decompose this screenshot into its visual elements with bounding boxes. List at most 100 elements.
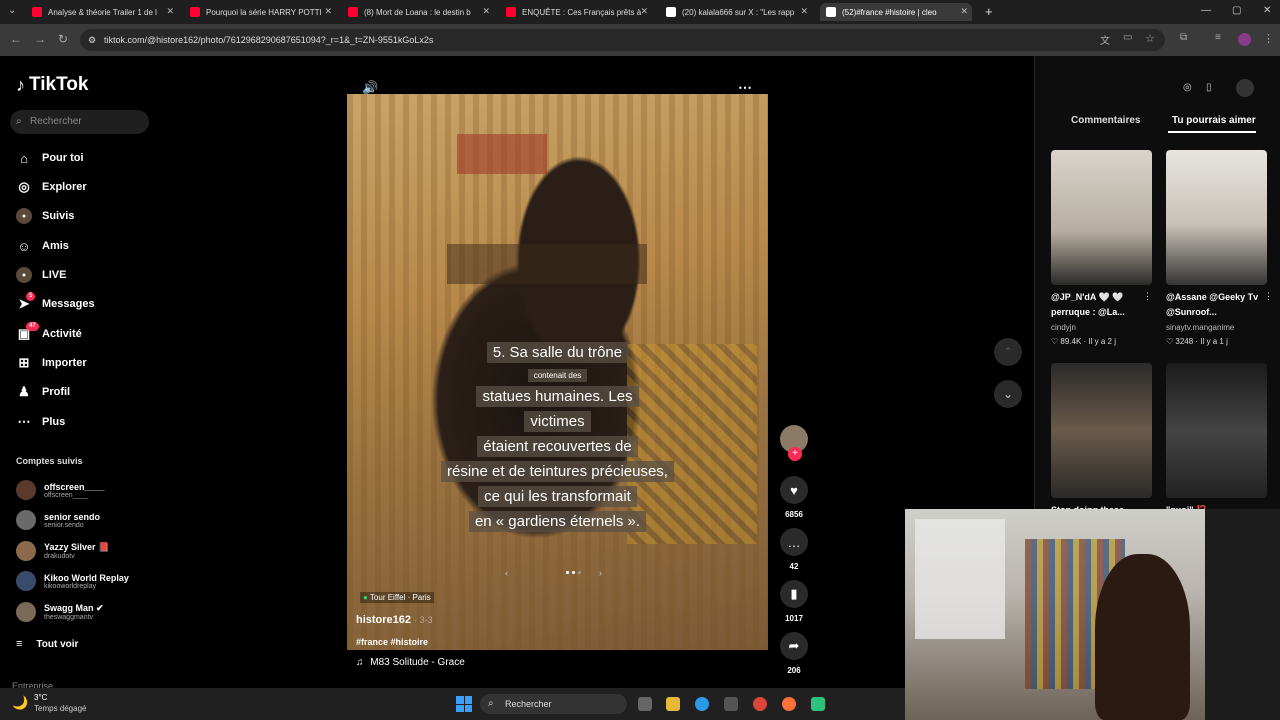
nav-item[interactable]: ➤ 5 Messages xyxy=(16,292,95,312)
nav-item[interactable]: ● Suivis xyxy=(16,208,74,224)
profile-avatar[interactable] xyxy=(1238,33,1251,46)
save-button[interactable]: ▮ 1017 xyxy=(780,580,808,623)
active-tab-indicator xyxy=(1168,131,1256,133)
edge-icon[interactable] xyxy=(695,697,709,711)
tab-label: Pourquoi la série HARRY POTTI xyxy=(206,7,322,17)
caption-line: en « gardiens éternels ». xyxy=(468,511,647,532)
nav-item[interactable]: ◎ Explorer xyxy=(16,179,87,195)
nav-item[interactable]: ☺ Amis xyxy=(16,238,69,254)
translate-icon[interactable]: 文 xyxy=(1100,32,1110,47)
video-title[interactable]: @JP_N'dA 🤍 🤍 perruque : @La... xyxy=(1051,290,1155,320)
app-icon[interactable] xyxy=(811,697,825,711)
browser-tab[interactable]: ENQUÊTE : Ces Français prêts à ✕ xyxy=(500,3,652,21)
comment-icon: … xyxy=(780,528,808,556)
see-all-link[interactable]: ≡ Tout voir xyxy=(16,638,78,650)
close-tab-icon[interactable]: ✕ xyxy=(960,6,968,17)
next-video-button[interactable]: ⌄ xyxy=(994,380,1022,408)
followed-account[interactable]: senior sendo senior.sendo xyxy=(16,510,100,530)
comment-button[interactable]: … 42 xyxy=(780,528,808,571)
video-title[interactable]: @Assane @Geeky Tv @Sunroof... xyxy=(1166,290,1270,320)
store-icon[interactable] xyxy=(724,697,738,711)
user-avatar[interactable] xyxy=(1236,79,1254,97)
nav-item[interactable]: ▣ 47 Activité xyxy=(16,322,82,342)
avatar xyxy=(16,602,36,622)
tab-favicon-icon xyxy=(190,7,200,17)
next-slide-icon[interactable]: › xyxy=(599,568,602,578)
tab-search-icon[interactable]: ⌄ xyxy=(8,5,16,16)
taskbar-search[interactable]: ⌕ Rechercher xyxy=(480,694,627,714)
nav-item[interactable]: ⊞ Importer xyxy=(16,355,87,371)
share-button[interactable]: ➦ 206 xyxy=(780,632,808,675)
close-window-icon[interactable]: ✕ xyxy=(1263,5,1271,16)
more-icon: ⋯ xyxy=(17,414,31,429)
url-text: tiktok.com/@histore162/photo/76129682906… xyxy=(104,35,434,45)
back-icon[interactable]: ← xyxy=(10,32,22,46)
tiktok-logo[interactable]: ♪ TikTok xyxy=(16,74,88,96)
tab-groups-icon[interactable]: ≡ xyxy=(1215,32,1221,43)
video-menu-icon[interactable]: ⋮ xyxy=(1143,291,1152,302)
nav-item[interactable]: ♟ Profil xyxy=(16,384,70,400)
file-explorer-icon[interactable] xyxy=(666,697,680,711)
prev-slide-icon[interactable]: ‹ xyxy=(505,568,508,578)
music-link[interactable]: ♫ M83 Solitude - Grace xyxy=(356,657,465,668)
device-icon[interactable]: ▯ xyxy=(1206,82,1212,93)
browser-tab[interactable]: (8) Mort de Loana : le destin b ✕ xyxy=(342,3,494,21)
hashtags[interactable]: #france #histoire xyxy=(356,637,428,647)
firefox-icon[interactable] xyxy=(782,697,796,711)
nav-label: Importer xyxy=(42,357,87,369)
browser-tab[interactable]: Analyse & théorie Trailer 1 de l ✕ xyxy=(26,3,178,21)
weather-text: Temps dégagé xyxy=(34,704,87,713)
tab-recommended[interactable]: Tu pourrais aimer xyxy=(1172,115,1256,126)
bookmark-star-icon[interactable]: ☆ xyxy=(1145,32,1155,45)
video-thumbnail[interactable] xyxy=(1051,150,1152,285)
close-tab-icon[interactable]: ✕ xyxy=(482,6,490,17)
video-menu-icon[interactable]: ⋮ xyxy=(1264,291,1273,302)
video-author[interactable]: cindyjn xyxy=(1051,323,1076,332)
followed-account[interactable]: offscreen____ offscreen____ xyxy=(16,480,105,500)
browser-tab[interactable]: (52)#france #histoire | cleo ✕ xyxy=(820,3,972,21)
weather-icon[interactable]: 🌙 xyxy=(12,695,28,711)
followed-account[interactable]: Yazzy Silver 📕 drakudotv xyxy=(16,541,109,561)
forward-icon[interactable]: → xyxy=(34,32,46,46)
browser-menu-icon[interactable]: ⋮ xyxy=(1263,32,1274,45)
cast-icon[interactable]: ▭ xyxy=(1123,32,1132,43)
minimize-icon[interactable]: — xyxy=(1201,5,1211,16)
bookmark-icon: ▮ xyxy=(780,580,808,608)
maximize-icon[interactable]: ▢ xyxy=(1232,5,1241,16)
location-tag[interactable]: ● Tour Eiffel · Paris xyxy=(360,592,434,603)
explore-icon[interactable]: ◎ xyxy=(1183,82,1192,93)
previous-video-button[interactable]: ⌃ xyxy=(994,338,1022,366)
nav-label: Explorer xyxy=(42,181,87,193)
extensions-icon[interactable]: ⧉ xyxy=(1180,32,1187,43)
video-author[interactable]: sinaytv.manganime xyxy=(1166,323,1234,332)
close-tab-icon[interactable]: ✕ xyxy=(324,6,332,17)
windows-start-icon[interactable] xyxy=(456,696,472,712)
nav-item[interactable]: ● LIVE xyxy=(16,267,66,283)
video-thumbnail[interactable] xyxy=(1166,363,1267,498)
close-tab-icon[interactable]: ✕ xyxy=(166,6,174,17)
video-thumbnail[interactable] xyxy=(1166,150,1267,285)
browser-tab[interactable]: Pourquoi la série HARRY POTTI ✕ xyxy=(184,3,336,21)
chrome-icon[interactable] xyxy=(753,697,767,711)
followed-account[interactable]: Swagg Man ✔ theswaggmantv xyxy=(16,602,104,622)
new-tab-button[interactable]: + xyxy=(985,4,993,19)
author-avatar-button[interactable]: + xyxy=(780,425,808,461)
close-tab-icon[interactable]: ✕ xyxy=(800,6,808,17)
close-tab-icon[interactable]: ✕ xyxy=(640,6,648,17)
window xyxy=(915,519,1005,639)
follow-plus-icon[interactable]: + xyxy=(788,447,802,461)
nav-item[interactable]: ⋯ Plus xyxy=(16,414,66,430)
tab-favicon-icon xyxy=(506,7,516,17)
video-thumbnail[interactable] xyxy=(1051,363,1152,498)
reload-icon[interactable]: ↻ xyxy=(58,32,68,46)
search-input[interactable]: ⌕ Rechercher xyxy=(10,110,149,134)
site-info-icon[interactable]: ⚙ xyxy=(88,29,96,51)
like-button[interactable]: ♥ 6856 xyxy=(780,476,808,519)
browser-tab[interactable]: (20) kalala666 sur X : "Les rapp ✕ xyxy=(660,3,812,21)
tab-comments[interactable]: Commentaires xyxy=(1071,115,1140,126)
followed-account[interactable]: Kikoo World Replay kikooworldreplay xyxy=(16,571,129,591)
nav-item[interactable]: ⌂ Pour toi xyxy=(16,150,84,166)
task-view-icon[interactable] xyxy=(638,697,652,711)
address-bar[interactable]: ⚙ tiktok.com/@histore162/photo/761296829… xyxy=(80,29,1165,51)
author-line[interactable]: histore162 · 3-3 xyxy=(356,614,433,626)
